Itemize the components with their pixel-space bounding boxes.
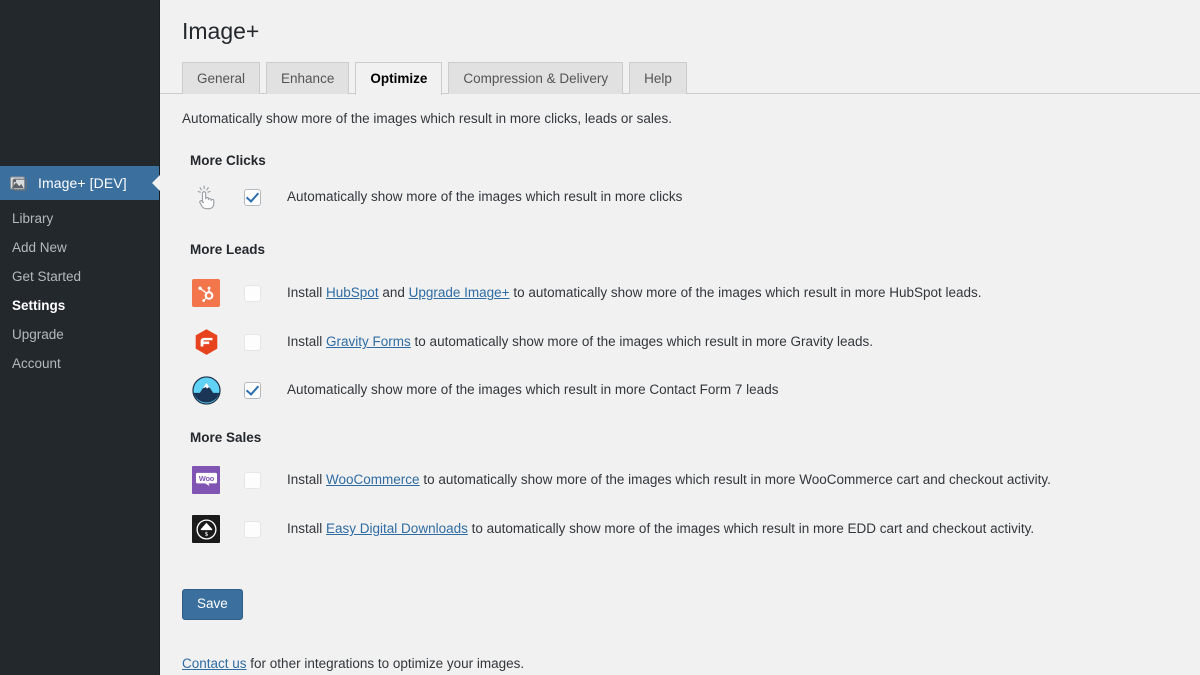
gravity-text-prefix: Install (287, 334, 327, 349)
easy-digital-downloads-link[interactable]: Easy Digital Downloads (326, 521, 468, 536)
hubspot-icon (190, 277, 222, 309)
intro-text: Automatically show more of the images wh… (182, 111, 672, 126)
contact-us-link[interactable]: Contact us (182, 656, 247, 671)
main-content: Image+ General Enhance Optimize Compress… (160, 0, 1200, 675)
tab-bar: General Enhance Optimize Compression & D… (160, 62, 1200, 95)
page-title: Image+ (182, 18, 260, 44)
edd-text-prefix: Install (287, 521, 327, 536)
hubspot-text-suffix: to automatically show more of the images… (509, 285, 982, 300)
sidebar-item-settings[interactable]: Settings (0, 291, 159, 320)
save-button[interactable]: Save (182, 589, 243, 620)
upgrade-image-plus-link[interactable]: Upgrade Image+ (409, 285, 510, 300)
tab-compression-delivery[interactable]: Compression & Delivery (448, 62, 624, 94)
option-label-hubspot: Install HubSpot and Upgrade Image+ to au… (287, 284, 982, 302)
woocommerce-link[interactable]: WooCommerce (326, 472, 420, 487)
option-row-hubspot: Install HubSpot and Upgrade Image+ to au… (182, 277, 1200, 309)
edd-text-suffix: to automatically show more of the images… (467, 521, 1035, 536)
option-row-woocommerce: Woo Install WooCommerce to automatically… (182, 464, 1200, 496)
sidebar-item-image-plus[interactable]: Image+ [DEV] (0, 166, 159, 200)
option-label-gravity-forms: Install Gravity Forms to automatically s… (287, 333, 873, 351)
click-hand-icon (190, 181, 222, 213)
option-row-more-clicks: Automatically show more of the images wh… (182, 181, 1200, 213)
sidebar-item-upgrade[interactable]: Upgrade (0, 320, 159, 349)
sidebar-item-add-new[interactable]: Add New (0, 233, 159, 262)
option-label-easy-digital-downloads: Install Easy Digital Downloads to automa… (287, 520, 1034, 538)
svg-text:Woo: Woo (198, 474, 214, 483)
hubspot-text-prefix: Install (287, 285, 327, 300)
sidebar-item-account[interactable]: Account (0, 349, 159, 378)
option-row-easy-digital-downloads: $ Install Easy Digital Downloads to auto… (182, 513, 1200, 545)
tab-enhance[interactable]: Enhance (266, 62, 350, 94)
option-label-more-clicks: Automatically show more of the images wh… (287, 189, 683, 204)
checkbox-woocommerce[interactable] (244, 471, 261, 489)
checkbox-contact-form-7[interactable] (244, 381, 261, 399)
svg-text:$: $ (205, 531, 208, 538)
optimize-panel: Automatically show more of the images wh… (160, 94, 1200, 673)
option-label-woocommerce: Install WooCommerce to automatically sho… (287, 471, 1051, 489)
sidebar-current-label: Image+ [DEV] (38, 175, 127, 191)
easy-digital-downloads-icon: $ (190, 513, 222, 545)
tab-general[interactable]: General (182, 62, 261, 94)
tab-optimize[interactable]: Optimize (355, 62, 443, 95)
sidebar-item-library[interactable]: Library (0, 204, 159, 233)
option-row-contact-form-7: Automatically show more of the images wh… (182, 374, 1200, 406)
checkbox-gravity-forms[interactable] (244, 333, 261, 351)
option-row-gravity-forms: Install Gravity Forms to automatically s… (182, 326, 1200, 358)
wordpress-admin-screen: Image+ [DEV] Library Add New Get Started… (0, 0, 1200, 675)
checkbox-more-clicks[interactable] (244, 188, 261, 206)
sidebar-menu: Library Add New Get Started Settings Upg… (0, 200, 159, 378)
sidebar-item-get-started[interactable]: Get Started (0, 262, 159, 291)
tab-help[interactable]: Help (629, 62, 687, 94)
woo-text-suffix: to automatically show more of the images… (419, 472, 1051, 487)
woocommerce-icon: Woo (190, 464, 222, 496)
gravity-text-suffix: to automatically show more of the images… (410, 334, 873, 349)
footer-note: Contact us for other integrations to opt… (182, 655, 1200, 673)
checkbox-hubspot[interactable] (244, 284, 261, 302)
woo-text-prefix: Install (287, 472, 327, 487)
checkbox-easy-digital-downloads[interactable] (244, 520, 261, 538)
group-title-more-clicks: More Clicks (190, 153, 266, 168)
hubspot-link[interactable]: HubSpot (326, 285, 379, 300)
hubspot-text-middle: and (378, 285, 409, 300)
group-title-more-sales: More Sales (190, 430, 262, 445)
gravity-forms-link[interactable]: Gravity Forms (326, 334, 411, 349)
footer-note-rest: for other integrations to optimize your … (246, 656, 525, 671)
option-label-contact-form-7: Automatically show more of the images wh… (287, 382, 779, 397)
admin-sidebar: Image+ [DEV] Library Add New Get Started… (0, 0, 160, 675)
contact-form-7-icon (190, 374, 222, 406)
gravity-forms-icon (190, 326, 222, 358)
sidebar-top-spacer (0, 0, 159, 166)
image-icon (8, 173, 28, 193)
group-title-more-leads: More Leads (190, 242, 266, 257)
